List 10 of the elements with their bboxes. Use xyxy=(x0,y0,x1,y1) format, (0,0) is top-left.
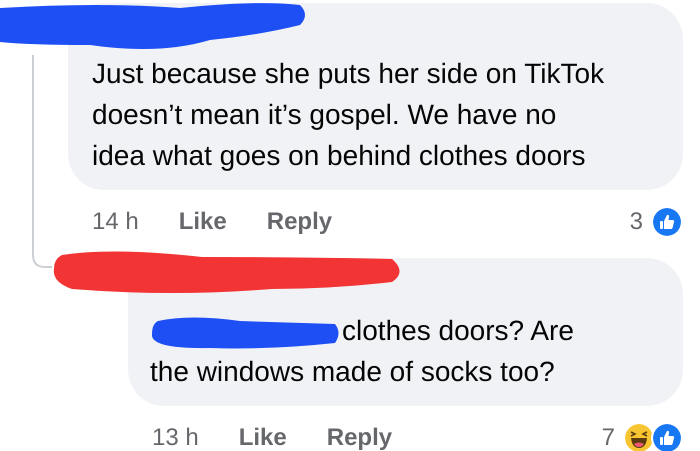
like-link[interactable]: Like xyxy=(178,204,227,240)
reply-link[interactable]: Reply xyxy=(326,420,392,451)
reply-text: clothes doors? Are the windows made of socks too? xyxy=(150,314,575,389)
comment-time: 14 h xyxy=(92,207,139,237)
reaction-count: 3 xyxy=(630,207,643,237)
reaction-count: 7 xyxy=(602,423,615,451)
comment-time: 13 h xyxy=(152,423,199,451)
like-link[interactable]: Like xyxy=(238,420,287,451)
comment-text: Just because she puts her side on TikTok doesn’t mean it’s gospel. We have no idea what goes on behind clothes doors xyxy=(92,57,606,173)
reply-link[interactable]: Reply xyxy=(266,204,332,240)
